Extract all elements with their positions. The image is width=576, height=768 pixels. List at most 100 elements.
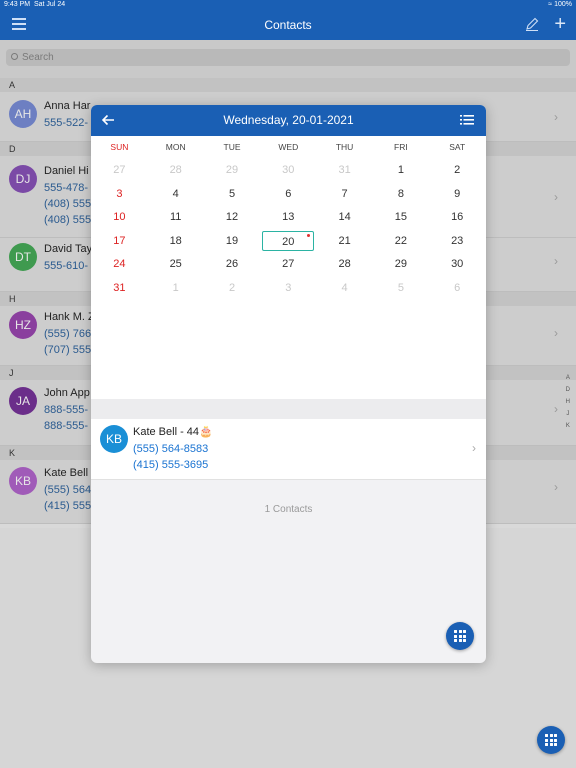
calendar-day[interactable]: 2 [206,278,258,298]
chevron-right-icon: › [554,254,558,268]
calendar-day[interactable]: 8 [375,184,427,204]
calendar-day[interactable]: 21 [319,231,371,251]
avatar: DT [9,243,37,271]
status-bar: 9:43 PM Sat Jul 24 ≈ 100% [0,0,576,10]
chevron-right-icon: › [554,190,558,204]
birthday-contact-row[interactable]: KB Kate Bell - 44🎂 (555) 564-8583 (415) … [91,419,486,480]
calendar-day[interactable]: 1 [375,160,427,180]
dialpad-icon [454,630,466,642]
calendar-day[interactable]: 26 [206,254,258,274]
calendar-day[interactable]: 30 [431,254,483,274]
calendar-day[interactable]: 30 [262,160,314,180]
calendar-day[interactable]: 5 [375,278,427,298]
edit-icon[interactable] [524,16,540,32]
calendar-day[interactable]: 4 [319,278,371,298]
contacts-count: 1 Contacts [264,504,313,515]
calendar-day[interactable]: 3 [93,184,145,204]
contact-phone[interactable]: (555) 564 [44,484,91,496]
chevron-right-icon: › [554,326,558,340]
avatar: DJ [9,165,37,193]
event-dot-icon [307,233,311,237]
contact-phone[interactable]: (555) 766 [44,328,91,340]
calendar-day[interactable]: 3 [262,278,314,298]
contact-phone[interactable]: 888-555- [44,404,88,416]
calendar-day[interactable]: 29 [206,160,258,180]
modal-dialpad-button[interactable] [446,622,474,650]
calendar-day[interactable]: 25 [150,254,202,274]
weekday-header: THU [335,142,354,152]
contact-phone[interactable]: 555-478- [44,182,88,194]
chevron-right-icon: › [554,110,558,124]
calendar-day[interactable]: 4 [150,184,202,204]
index-letter[interactable]: A [566,372,570,384]
calendar-day[interactable]: 13 [262,207,314,227]
calendar-day[interactable]: 28 [150,160,202,180]
contact-phone[interactable]: 555-610- [44,260,88,272]
contact-name: Kate Bell - 44🎂 [133,426,213,438]
calendar-day[interactable]: 14 [319,207,371,227]
index-letter[interactable]: D [566,384,570,396]
calendar-day[interactable]: 17 [93,231,145,251]
contact-phone[interactable]: (415) 555-3695 [133,459,208,471]
index-letter[interactable]: H [566,396,570,408]
dialpad-icon [545,734,557,746]
section-header-a: A [0,78,576,92]
calendar-day[interactable]: 7 [319,184,371,204]
avatar: JA [9,387,37,415]
weekday-header: WED [278,142,299,152]
calendar-day[interactable]: 16 [431,207,483,227]
chevron-right-icon: › [554,402,558,416]
avatar: HZ [9,311,37,339]
calendar-day[interactable]: 10 [93,207,145,227]
calendar-day[interactable]: 11 [150,207,202,227]
contact-phone[interactable]: (707) 555 [44,344,91,356]
contact-phone[interactable]: (408) 555 [44,198,91,210]
contact-phone[interactable]: (408) 555 [44,214,91,226]
weekday-header: FRI [394,142,408,152]
avatar: AH [9,100,37,128]
calendar-day[interactable]: 24 [93,254,145,274]
calendar-day[interactable]: 9 [431,184,483,204]
contact-phone[interactable]: 555-522- [44,117,88,129]
calendar-day[interactable]: 12 [206,207,258,227]
contact-phone[interactable]: (555) 564-8583 [133,443,208,455]
weekday-header: SUN [110,142,129,152]
status-battery: ≈ 100% [548,1,572,8]
calendar-day[interactable]: 6 [431,278,483,298]
avatar: KB [9,467,37,495]
weekday-header: MON [165,142,186,152]
add-contact-icon[interactable]: + [554,14,566,34]
section-index[interactable]: A D H J K [566,372,570,432]
modal-title: Wednesday, 20-01-2021 [223,113,354,127]
dialpad-button[interactable] [537,726,565,754]
index-letter[interactable]: K [566,420,570,432]
calendar-day[interactable]: 31 [93,278,145,298]
calendar-day[interactable]: 27 [262,254,314,274]
avatar: KB [100,425,128,453]
calendar-day[interactable]: 19 [206,231,258,251]
chevron-right-icon: › [554,480,558,494]
calendar-day[interactable]: 2 [431,160,483,180]
search-input[interactable]: Search [6,49,570,66]
calendar-day[interactable]: 27 [93,160,145,180]
calendar-day[interactable]: 1 [150,278,202,298]
calendar-day[interactable]: 31 [319,160,371,180]
contact-name: Anna Har [44,100,91,112]
contact-phone[interactable]: 888-555- [44,420,88,432]
list-icon[interactable] [460,114,474,126]
contact-name: John App [44,387,90,399]
calendar-day[interactable]: 15 [375,207,427,227]
calendar-day[interactable]: 23 [431,231,483,251]
calendar-day[interactable]: 18 [150,231,202,251]
calendar-grid: SUN MON TUE WED THU FRI SAT 27 28 29 30 31 1 2 3 4 5 6 7 8 9… [91,136,486,399]
calendar-day[interactable]: 22 [375,231,427,251]
status-time-date: 9:43 PM Sat Jul 24 [4,1,66,8]
calendar-day[interactable]: 29 [375,254,427,274]
calendar-modal: Wednesday, 20-01-2021 SUN MON TUE WED THU FRI… [91,105,486,663]
index-letter[interactable]: J [566,408,570,420]
contact-name: David Tay [44,243,93,255]
contact-phone[interactable]: (415) 555 [44,500,91,512]
calendar-day[interactable]: 5 [206,184,258,204]
calendar-day[interactable]: 28 [319,254,371,274]
calendar-day[interactable]: 6 [262,184,314,204]
